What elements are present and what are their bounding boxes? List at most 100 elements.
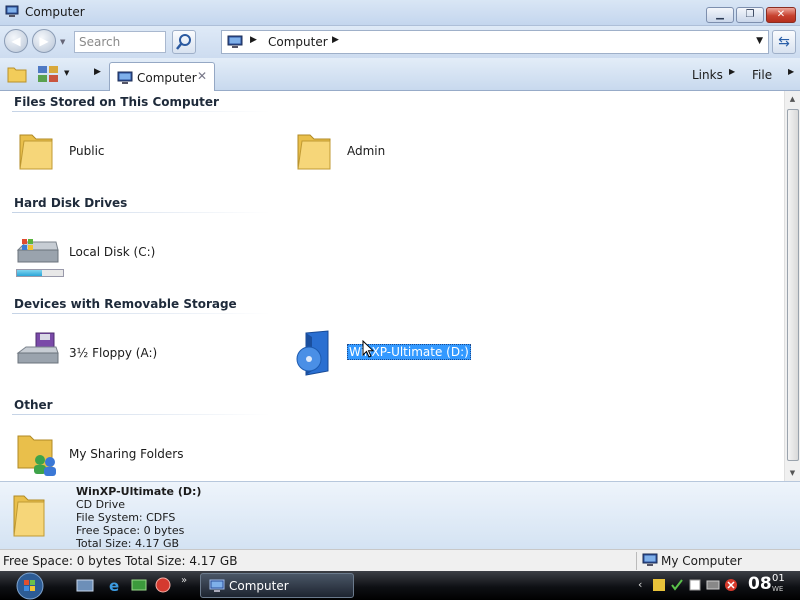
tab-computer[interactable]: Computer ✕ [109, 62, 215, 91]
media-player-icon[interactable] [130, 577, 148, 593]
back-button[interactable]: ◀ [4, 29, 28, 53]
disk-usage-fill [17, 270, 43, 276]
tab-close-icon[interactable]: ✕ [197, 69, 207, 83]
list-item-my-sharing-folders[interactable]: My Sharing Folders [14, 430, 214, 480]
refresh-icon: ⇆ [778, 34, 790, 50]
restore-icon: ❐ [745, 9, 755, 20]
quicklaunch-chevron-icon[interactable]: » [181, 575, 187, 586]
toolbar: ▼ ▶ Computer ✕ Links ▶ File ▶ [0, 58, 800, 91]
group-divider [12, 212, 270, 213]
navigation-bar: ◀ ▶ ▼ Search ▶ Computer ▶ ▼ ⇆ [0, 26, 800, 58]
refresh-button[interactable]: ⇆ [772, 30, 796, 54]
views-dropdown-icon[interactable]: ▼ [64, 69, 69, 77]
group-header-removable-storage[interactable]: Devices with Removable Storage [14, 297, 237, 311]
group-divider [12, 313, 270, 314]
tray-security-icon[interactable] [724, 578, 738, 592]
forward-arrow-icon: ▶ [39, 34, 49, 48]
item-label: Local Disk (C:) [69, 245, 156, 259]
cd-drive-icon [296, 330, 329, 376]
status-text: Free Space: 0 bytes Total Size: 4.17 GB [3, 554, 238, 568]
mouse-cursor-icon [362, 340, 374, 358]
file-menu[interactable]: File [752, 68, 772, 82]
clock-hour[interactable]: 08 [748, 574, 772, 594]
folder-icon [297, 134, 331, 170]
minimize-icon: ▁ [716, 9, 724, 20]
close-button[interactable]: ✕ [766, 7, 796, 23]
links-arrow-icon[interactable]: ▶ [729, 67, 735, 76]
svg-text:e: e [109, 577, 119, 593]
back-arrow-icon: ◀ [11, 34, 21, 48]
tab-label: Computer [137, 71, 197, 85]
computer-icon [642, 553, 658, 566]
start-button[interactable] [10, 571, 50, 600]
scroll-up-icon[interactable]: ▲ [785, 91, 800, 107]
group-header-files-stored[interactable]: Files Stored on This Computer [14, 95, 219, 109]
floppy-drive-icon [16, 332, 59, 364]
toolbar-chevron-icon[interactable]: ▶ [94, 67, 101, 77]
scroll-thumb[interactable] [787, 109, 799, 461]
search-button[interactable] [172, 30, 196, 54]
minimize-button[interactable]: ▁ [706, 7, 734, 23]
taskbar-button-computer[interactable]: Computer [200, 573, 354, 598]
group-divider [12, 111, 270, 112]
tray-app-icon[interactable] [652, 578, 666, 592]
address-dropdown-icon[interactable]: ▼ [756, 36, 763, 46]
breadcrumb-computer[interactable]: Computer [268, 35, 328, 49]
clock-minute[interactable]: 01 [772, 573, 785, 584]
group-header-other[interactable]: Other [14, 398, 53, 412]
views-icon[interactable] [36, 64, 62, 84]
file-list-pane: Files Stored on This Computer Public Adm… [0, 91, 784, 481]
list-item-winxp-ultimate-d[interactable]: WinXP-Ultimate (D:) [292, 329, 492, 379]
tray-expand-icon[interactable]: ‹ [638, 578, 642, 591]
status-bar: Free Space: 0 bytes Total Size: 4.17 GB … [0, 549, 800, 571]
folder-icon[interactable] [6, 64, 28, 84]
item-label: Public [69, 144, 105, 158]
item-label: 3½ Floppy (A:) [69, 346, 158, 360]
shared-folder-icon [17, 435, 56, 476]
computer-icon [5, 5, 19, 17]
disk-usage-bar [16, 269, 64, 277]
item-label: Admin [347, 144, 386, 158]
internet-explorer-icon[interactable]: e [106, 577, 124, 593]
file-arrow-icon[interactable]: ▶ [788, 67, 794, 76]
status-zone: My Computer [661, 554, 742, 568]
search-icon [176, 34, 191, 50]
tray-display-icon[interactable] [688, 578, 702, 592]
close-icon: ✕ [776, 9, 786, 20]
tray-network-icon[interactable] [706, 578, 720, 592]
computer-icon [209, 579, 225, 592]
window-title: Computer [25, 5, 85, 19]
group-header-hard-disk-drives[interactable]: Hard Disk Drives [14, 196, 127, 210]
scroll-down-icon[interactable]: ▼ [785, 465, 800, 481]
taskbar-button-label: Computer [229, 579, 289, 593]
list-item-public[interactable]: Public [14, 127, 214, 177]
recent-pages-dropdown-icon[interactable]: ▼ [60, 38, 65, 46]
taskbar: e » Computer ‹ 08 01 WE [0, 571, 800, 600]
details-name: WinXP-Ultimate (D:) [76, 485, 202, 498]
item-label: My Sharing Folders [69, 447, 184, 461]
title-bar: Computer ▁ ❐ ✕ [0, 0, 800, 26]
clock-day[interactable]: WE [772, 585, 783, 593]
details-pane: WinXP-Ultimate (D:) CD Drive File System… [0, 481, 800, 550]
address-bar[interactable]: ▶ Computer ▶ ▼ [221, 30, 769, 54]
breadcrumb-separator-icon[interactable]: ▶ [250, 35, 257, 45]
computer-icon [117, 71, 133, 84]
details-file-system: File System: CDFS [76, 511, 176, 524]
maximize-button[interactable]: ❐ [736, 7, 764, 23]
details-type: CD Drive [76, 498, 125, 511]
computer-icon [227, 35, 243, 48]
folder-icon [13, 495, 45, 537]
tray-check-icon[interactable] [670, 578, 684, 592]
breadcrumb-separator-icon[interactable]: ▶ [332, 35, 339, 45]
list-item-floppy-a[interactable]: 3½ Floppy (A:) [14, 329, 214, 379]
forward-button[interactable]: ▶ [32, 29, 56, 53]
list-item-admin[interactable]: Admin [292, 127, 492, 177]
links-menu[interactable]: Links [692, 68, 723, 82]
group-divider [12, 414, 270, 415]
vertical-scrollbar[interactable]: ▲ ▼ [784, 91, 800, 481]
details-free-space: Free Space: 0 bytes [76, 524, 185, 537]
search-input[interactable]: Search [74, 31, 166, 53]
folder-icon [19, 134, 53, 170]
show-desktop-icon[interactable] [76, 577, 94, 593]
quicklaunch-app-icon[interactable] [154, 577, 172, 593]
